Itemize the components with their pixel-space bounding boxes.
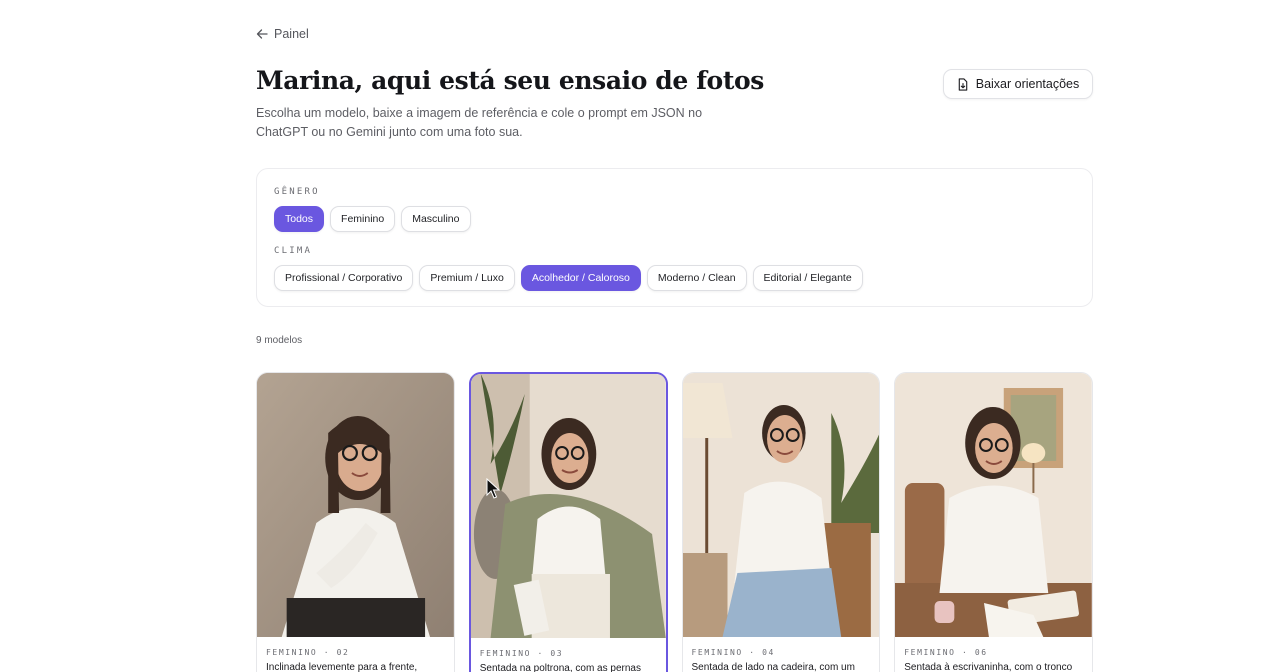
woman-portrait-icon xyxy=(895,373,1092,637)
model-photo xyxy=(895,373,1092,637)
model-tag: FEMININO · 06 xyxy=(904,648,988,657)
page-title: Marina, aqui está seu ensaio de fotos xyxy=(256,66,764,95)
model-card[interactable]: FEMININO · 02 Inclinada levemente para a… xyxy=(256,372,455,672)
page-subtitle: Escolha um modelo, baixe a imagem de ref… xyxy=(256,106,703,139)
mood-pill-acolhedor[interactable]: Acolhedor / Caloroso xyxy=(520,265,641,291)
model-tag: FEMININO · 03 xyxy=(479,649,564,658)
mood-pill-moderno[interactable]: Moderno / Clean xyxy=(646,265,747,291)
gender-pill-feminino[interactable]: Feminino xyxy=(330,206,396,232)
model-card-selected[interactable]: FEMININO · 03 Sentada na poltrona, com a… xyxy=(468,372,668,672)
arrow-left-icon xyxy=(256,29,268,39)
back-link[interactable]: Painel xyxy=(256,27,309,41)
gender-pill-masculino[interactable]: Masculino xyxy=(401,206,471,232)
results-count: 9 modelos xyxy=(256,335,303,346)
woman-portrait-icon xyxy=(257,373,454,637)
model-photo xyxy=(470,374,666,638)
woman-portrait-icon xyxy=(682,373,880,637)
back-link-label: Painel xyxy=(274,27,309,41)
model-photo xyxy=(257,373,454,637)
model-tag: FEMININO · 02 xyxy=(266,648,350,657)
models-grid: FEMININO · 02 Inclinada levemente para a… xyxy=(256,372,1093,672)
model-tag: FEMININO · 04 xyxy=(691,648,775,657)
model-description: Inclinada levemente para a frente, xyxy=(266,662,418,672)
gender-filter-group: Todos Feminino Masculino xyxy=(274,206,471,232)
mood-pill-editorial[interactable]: Editorial / Elegante xyxy=(752,265,863,291)
woman-portrait-icon xyxy=(470,374,666,638)
filters-panel: GÊNERO Todos Feminino Masculino CLIMA Pr… xyxy=(256,168,1093,307)
model-description: Sentada na poltrona, com as pernas xyxy=(479,663,641,672)
download-guidelines-label: Baixar orientações xyxy=(975,77,1080,91)
model-description: Sentada à escrivaninha, com o tronco xyxy=(904,662,1073,672)
model-photo xyxy=(682,373,880,637)
gender-pill-todos[interactable]: Todos xyxy=(274,206,325,232)
mood-pill-premium[interactable]: Premium / Luxo xyxy=(419,265,515,291)
mood-filter-group: Profissional / Corporativo Premium / Lux… xyxy=(274,265,863,291)
model-description: Sentada de lado na cadeira, com um xyxy=(691,662,855,672)
download-guidelines-button[interactable]: Baixar orientações xyxy=(943,69,1093,99)
model-card[interactable]: FEMININO · 04 Sentada de lado na cadeira… xyxy=(681,372,881,672)
file-download-icon xyxy=(958,77,968,91)
gender-filter-label: GÊNERO xyxy=(274,187,320,197)
model-card[interactable]: FEMININO · 06 Sentada à escrivaninha, co… xyxy=(894,372,1093,672)
mood-pill-profissional[interactable]: Profissional / Corporativo xyxy=(274,265,414,291)
mood-filter-label: CLIMA xyxy=(274,246,313,256)
